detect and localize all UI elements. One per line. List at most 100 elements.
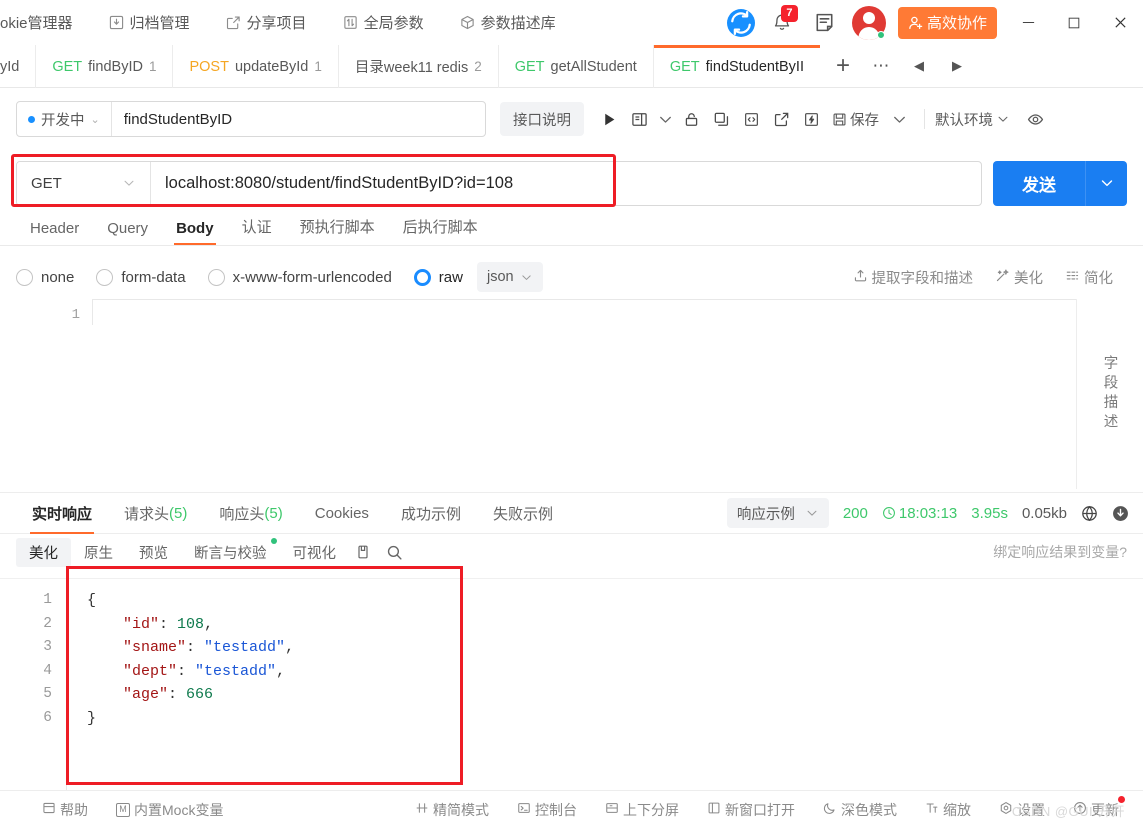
zoom-button[interactable]: 缩放 [925,800,971,820]
tab-updatebyid[interactable]: POST updateById 1 [173,45,339,88]
tab-response-headers[interactable]: 响应头 (5) [203,492,298,534]
close-button[interactable] [1097,0,1143,45]
save-button[interactable]: 保存 [826,109,884,130]
download-icon[interactable] [1112,505,1129,522]
export-icon[interactable] [766,102,796,136]
tab-realtime-response[interactable]: 实时响应 [16,492,108,534]
split-screen-button[interactable]: 上下分屏 [605,800,679,820]
settings-label: 设置 [1017,801,1045,818]
globe-icon[interactable] [1081,505,1098,522]
update-button[interactable]: 更新 [1073,795,1125,820]
bind-response-to-variable-link[interactable]: 绑定响应结果到变量? [993,542,1143,562]
json-token-punc [87,663,123,680]
user-avatar-button[interactable] [846,0,892,45]
tab-findbyid[interactable]: GET findByID 1 [36,45,174,88]
subtab-raw[interactable]: 原生 [71,538,126,567]
save-options-chevron-icon[interactable] [884,102,914,136]
tab-post-script[interactable]: 后执行脚本 [389,216,492,245]
doc-icon[interactable] [624,102,654,136]
tab-next-button[interactable]: ▶ [938,45,976,88]
body-type-none[interactable]: none [16,268,74,286]
status-code: 200 [842,504,868,522]
api-status-select[interactable]: 开发中 ⌄ [17,102,112,136]
copy-icon[interactable] [349,538,379,566]
extract-fields-button[interactable]: 提取字段和描述 [853,267,973,288]
tab-body[interactable]: Body [162,220,228,245]
subtab-beautify[interactable]: 美化 [16,537,71,567]
body-type-label: form-data [121,268,186,286]
subtab-preview[interactable]: 预览 [126,538,181,567]
tab-yid[interactable]: yId [0,45,37,88]
new-window-button[interactable]: 新窗口打开 [707,800,795,820]
topmenu-label-0: okie管理器 [0,15,73,32]
collaboration-button[interactable]: 高效协作 [897,6,997,39]
topmenu-cookie-manager[interactable]: okie管理器 [0,0,91,45]
tab-week11-redis[interactable]: 目录week11 redis 2 [339,45,499,88]
tab-failure-example[interactable]: 失败示例 [477,492,569,534]
topmenu-param-desc-library[interactable]: 参数描述库 [442,0,574,45]
api-description-button[interactable]: 接口说明 [500,102,584,136]
topmenu-share-project[interactable]: 分享项目 [208,0,325,45]
field-description-rail[interactable]: 字段描述 [1076,299,1143,489]
body-type-raw[interactable]: raw [413,268,463,286]
tab-getallstudent[interactable]: GET getAllStudent [499,45,654,88]
request-toolbar: 开发中 ⌄ 接口说明 [0,88,1143,150]
response-json-content[interactable]: { "id": 108, "sname": "testadd", "dept":… [66,579,1143,790]
subtab-label: 断言与校验 [194,545,267,562]
update-available-dot [1118,795,1125,803]
tab-header[interactable]: Header [16,220,93,245]
url-input[interactable] [151,161,981,205]
tab-success-example[interactable]: 成功示例 [385,492,477,534]
http-method-select[interactable]: GET [17,161,151,205]
notes-button[interactable] [804,0,846,45]
tab-request-headers[interactable]: 请求头 (5) [108,492,203,534]
body-type-urlencoded[interactable]: x-www-form-urlencoded [207,268,392,286]
tab-cookies[interactable]: Cookies [299,492,385,534]
eye-icon[interactable] [1020,102,1050,136]
settings-button[interactable]: 设置 [999,800,1045,820]
subtab-assertions[interactable]: 断言与校验 [181,537,280,567]
lock-icon[interactable] [676,102,706,136]
api-name-input[interactable] [111,102,485,136]
send-options-chevron-icon[interactable] [1085,160,1127,206]
compact-mode-button[interactable]: 精简模式 [415,800,489,820]
run-icon[interactable] [594,102,624,136]
send-button[interactable]: 发送 [993,160,1085,206]
minimize-button[interactable] [1005,0,1051,45]
request-body-editor[interactable]: 1 [16,299,1076,489]
api-status-label: 开发中 [41,112,85,129]
console-button[interactable]: 控制台 [517,800,577,820]
simplify-button[interactable]: 简化 [1065,267,1113,288]
sync-button[interactable] [720,0,762,45]
response-json-line: "id": 108, [87,613,1143,637]
tab-findstudentbyid[interactable]: GET findStudentByII [653,45,821,88]
body-type-form-data[interactable]: form-data [96,268,186,286]
tab-query[interactable]: Query [93,220,162,245]
search-icon[interactable] [379,538,409,566]
notifications-button[interactable]: 7 [762,0,804,45]
help-button[interactable]: 帮助 [42,800,88,820]
response-time: 18:03:13 [882,505,957,522]
environment-select[interactable]: 默认环境 [935,109,1010,130]
maximize-button[interactable] [1051,0,1097,45]
editor-content[interactable] [92,299,1076,325]
chevron-down-icon[interactable] [654,102,676,136]
new-tab-button[interactable]: + [824,45,862,88]
topmenu-archive[interactable]: 归档管理 [91,0,208,45]
tab-more-button[interactable]: ⋯ [862,45,900,88]
dark-mode-button[interactable]: 深色模式 [823,800,897,820]
tab-auth[interactable]: 认证 [228,216,286,245]
mock-variables-button[interactable]: M 内置Mock变量 [116,800,223,820]
beautify-button[interactable]: 美化 [995,267,1043,288]
mock-label: 内置Mock变量 [134,801,224,818]
chevron-down-icon: ⌄ [90,113,100,126]
body-format-select[interactable]: json [476,262,543,292]
flash-icon[interactable] [796,102,826,136]
tab-prev-button[interactable]: ◀ [900,45,938,88]
response-example-select[interactable]: 响应示例 [726,498,829,528]
copy-icon[interactable] [706,102,736,136]
tab-pre-script[interactable]: 预执行脚本 [286,216,389,245]
topmenu-global-params[interactable]: 全局参数 [325,0,442,45]
code-icon[interactable] [736,102,766,136]
subtab-visualize[interactable]: 可视化 [280,538,350,567]
